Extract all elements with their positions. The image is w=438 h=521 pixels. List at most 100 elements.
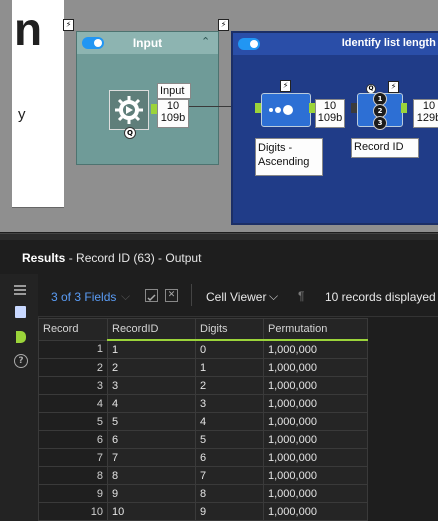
- record-id-tool[interactable]: 1 2 3: [357, 92, 403, 130]
- fields-selector[interactable]: 3 of 3 Fields: [51, 290, 116, 304]
- left-panel-heading: n: [14, 3, 43, 55]
- workflow-canvas[interactable]: n y ⚡ ⚡ Input ⌃ Q Input 10 109b Identify…: [0, 0, 438, 232]
- results-title: Results - Record ID (63) - Output: [22, 251, 201, 265]
- record-id-cell[interactable]: 1: [107, 339, 196, 359]
- record-size: 109b: [317, 112, 343, 124]
- record-number-cell[interactable]: 10: [38, 502, 108, 521]
- list-icon-glyph: [14, 285, 26, 295]
- tool-annotation: Record ID: [351, 138, 419, 158]
- record-count: 10: [323, 100, 337, 112]
- digits-cell[interactable]: 9: [195, 502, 264, 521]
- record-number-cell[interactable]: 6: [38, 430, 108, 449]
- digits-cell[interactable]: 2: [195, 376, 264, 395]
- profile-icon[interactable]: [15, 306, 26, 318]
- digits-cell[interactable]: 6: [195, 448, 264, 467]
- table-row[interactable]: 4 4 3 1,000,000: [38, 394, 368, 413]
- column-header-permutation[interactable]: Permutation: [263, 318, 368, 341]
- record-id-cell[interactable]: 7: [107, 448, 196, 467]
- permutation-cell[interactable]: 1,000,000: [263, 430, 368, 449]
- checkmark-glyph: [147, 294, 156, 302]
- record-id-cell[interactable]: 2: [107, 358, 196, 377]
- record-id-cell[interactable]: 10: [107, 502, 196, 521]
- record-size: 109b: [160, 112, 186, 124]
- column-header-recordid[interactable]: RecordID: [107, 318, 196, 341]
- record-count-badge: 10 109b: [315, 99, 345, 128]
- digits-cell[interactable]: 3: [195, 394, 264, 413]
- record-id-cell[interactable]: 6: [107, 430, 196, 449]
- permutation-cell[interactable]: 1,000,000: [263, 466, 368, 485]
- record-number-cell[interactable]: 7: [38, 448, 108, 467]
- table-row[interactable]: 7 7 6 1,000,000: [38, 448, 368, 467]
- collapse-caret-icon[interactable]: ⌃: [201, 35, 210, 48]
- permutation-cell[interactable]: 1,000,000: [263, 394, 368, 413]
- record-number-cell[interactable]: 3: [38, 376, 108, 395]
- identify-container-header[interactable]: Identify list length a: [233, 33, 438, 55]
- output-anchor[interactable]: [401, 103, 407, 113]
- record-number-cell[interactable]: 8: [38, 466, 108, 485]
- permutation-cell[interactable]: 1,000,000: [263, 376, 368, 395]
- digits-cell[interactable]: 4: [195, 412, 264, 431]
- table-row[interactable]: 5 5 4 1,000,000: [38, 412, 368, 431]
- identify-list-length-container[interactable]: Identify list length a ⚡ 10 109b Digits …: [231, 31, 438, 225]
- tool-label: Input: [157, 83, 191, 99]
- number-three-icon: 3: [373, 116, 387, 130]
- record-count-badge: 10 109b: [157, 99, 189, 128]
- bolt-icon: ⚡: [280, 80, 291, 92]
- cell-viewer-chevron-icon[interactable]: ⌵: [269, 289, 278, 304]
- record-count: 10: [422, 100, 436, 112]
- checkbox-icon[interactable]: [145, 289, 158, 302]
- table-row[interactable]: 10 10 9 1,000,000: [38, 502, 368, 521]
- record-id-cell[interactable]: 8: [107, 466, 196, 485]
- help-icon[interactable]: ?: [14, 354, 28, 368]
- table-row[interactable]: 9 9 8 1,000,000: [38, 484, 368, 503]
- deselect-icon[interactable]: ✕: [165, 289, 178, 302]
- record-number-cell[interactable]: 1: [38, 339, 108, 359]
- list-icon[interactable]: [14, 282, 26, 295]
- record-id-cell[interactable]: 5: [107, 412, 196, 431]
- permutation-cell[interactable]: 1,000,000: [263, 484, 368, 503]
- table-row[interactable]: 6 6 5 1,000,000: [38, 430, 368, 449]
- permutation-cell[interactable]: 1,000,000: [263, 339, 368, 359]
- record-id-cell[interactable]: 3: [107, 376, 196, 395]
- record-id-cell[interactable]: 4: [107, 394, 196, 413]
- input-container[interactable]: Input ⌃ Q Input 10 109b: [76, 31, 219, 165]
- bolt-icon: ⚡: [218, 19, 229, 31]
- left-panel-fragment: n y: [12, 0, 64, 208]
- digits-cell[interactable]: 8: [195, 484, 264, 503]
- digits-cell[interactable]: 1: [195, 358, 264, 377]
- record-number-cell[interactable]: 2: [38, 358, 108, 377]
- identify-container-title: Identify list length a: [341, 37, 438, 49]
- digits-cell[interactable]: 5: [195, 430, 264, 449]
- input-container-title: Input: [132, 36, 163, 50]
- column-header-digits[interactable]: Digits: [195, 318, 264, 341]
- record-id-cell[interactable]: 9: [107, 484, 196, 503]
- record-number-cell[interactable]: 9: [38, 484, 108, 503]
- results-table[interactable]: Record RecordID Digits Permutation 1 1 0 1,…: [38, 318, 368, 521]
- input-container-header[interactable]: Input ⌃: [77, 32, 218, 54]
- data-icon[interactable]: [16, 331, 26, 343]
- text-input-tool[interactable]: [109, 90, 149, 130]
- table-row[interactable]: 3 3 2 1,000,000: [38, 376, 368, 395]
- permutation-cell[interactable]: 1,000,000: [263, 412, 368, 431]
- cell-viewer-dropdown[interactable]: Cell Viewer: [206, 290, 266, 304]
- permutation-cell[interactable]: 1,000,000: [263, 358, 368, 377]
- table-row[interactable]: 1 1 0 1,000,000: [38, 339, 368, 359]
- digits-cell[interactable]: 7: [195, 466, 264, 485]
- tool-annotation: Digits - Ascending: [255, 138, 323, 176]
- toolbar-divider: [191, 284, 192, 306]
- record-number-cell[interactable]: 4: [38, 394, 108, 413]
- permutation-cell[interactable]: 1,000,000: [263, 502, 368, 521]
- table-body: 1 1 0 1,000,000 2 2 1 1,000,000 3 3 2 1,000,000 4 4 3 1…: [38, 339, 368, 521]
- table-row[interactable]: 2 2 1 1,000,000: [38, 358, 368, 377]
- permutation-cell[interactable]: 1,000,000: [263, 448, 368, 467]
- sort-tool[interactable]: [261, 93, 311, 127]
- bolt-icon: ⚡: [63, 19, 74, 31]
- column-header-record[interactable]: Record: [38, 318, 108, 341]
- table-row[interactable]: 8 8 7 1,000,000: [38, 466, 368, 485]
- fields-chevron-icon[interactable]: ⌵: [121, 289, 130, 304]
- record-number-cell[interactable]: 5: [38, 412, 108, 431]
- digits-cell[interactable]: 0: [195, 339, 264, 359]
- pilcrow-icon[interactable]: ¶: [298, 289, 304, 303]
- gear-arrows-icon: [115, 96, 143, 124]
- browse-magnifier-icon[interactable]: Q: [124, 127, 136, 139]
